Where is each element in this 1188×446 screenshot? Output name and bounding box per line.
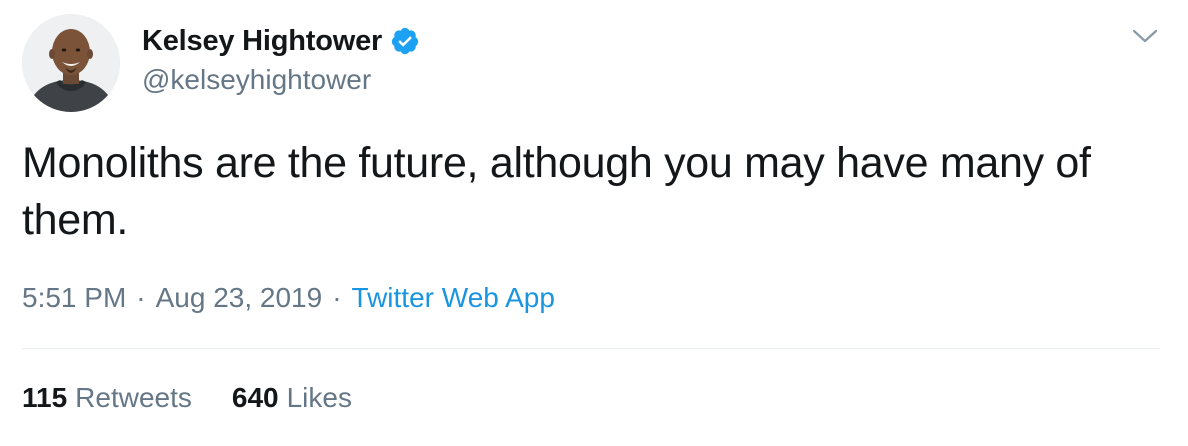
- tweet-date[interactable]: Aug 23, 2019: [156, 282, 323, 314]
- author-handle[interactable]: @kelseyhightower: [142, 64, 371, 96]
- chevron-down-icon[interactable]: [1130, 26, 1160, 46]
- likes-label: Likes: [286, 382, 352, 413]
- verified-badge-icon: [390, 26, 420, 56]
- tweet-time[interactable]: 5:51 PM: [22, 282, 126, 314]
- tweet-card: Kelsey Hightower @kelseyhightower Monoli…: [0, 0, 1188, 446]
- author-display-name[interactable]: Kelsey Hightower: [142, 25, 382, 58]
- divider: [22, 348, 1160, 349]
- tweet-stats: 115 Retweets 640 Likes: [22, 382, 352, 414]
- profile-photo: [22, 14, 120, 112]
- retweets-stat[interactable]: 115 Retweets: [22, 382, 192, 414]
- tweet-text: Monoliths are the future, although you m…: [22, 139, 1091, 244]
- retweets-count: 115: [22, 382, 68, 413]
- tweet-metadata: 5:51 PM · Aug 23, 2019 · Twitter Web App: [22, 282, 555, 314]
- retweets-label: Retweets: [75, 382, 192, 413]
- author-name-row[interactable]: Kelsey Hightower: [142, 22, 420, 60]
- likes-count: 640: [231, 382, 279, 413]
- avatar[interactable]: [22, 14, 120, 112]
- meta-separator: ·: [136, 282, 146, 313]
- meta-separator: ·: [332, 282, 342, 313]
- tweet-source-link[interactable]: Twitter Web App: [352, 282, 555, 314]
- likes-stat[interactable]: 640 Likes: [232, 382, 352, 414]
